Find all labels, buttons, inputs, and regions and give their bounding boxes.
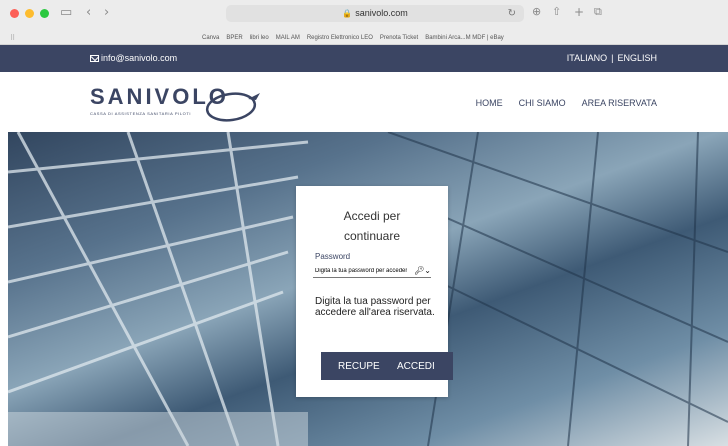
bookmark-item[interactable]: Registro Elettronico LEO [307, 35, 373, 41]
site-header: SANIVOLO CASSA DI ASSISTENZA SANITARIA P… [0, 72, 728, 132]
bookmark-item[interactable]: libri leo [250, 35, 269, 41]
share-icon[interactable]: ⇧ [552, 5, 561, 18]
sidebar-toggle-icon[interactable]: ▭ [60, 5, 72, 20]
login-title-line2: continuare [343, 229, 401, 243]
login-title-line1: Accedi per [343, 209, 401, 223]
address-bar[interactable]: 🔒 sanivolo.com ↻ [226, 5, 524, 22]
window-controls [10, 9, 49, 18]
lock-icon: 🔒 [342, 9, 353, 18]
bookmark-item[interactable]: Prenota Ticket [380, 35, 418, 41]
language-switcher: ITALIANO | ENGLISH [567, 53, 657, 63]
email-text: info@sanivolo.com [101, 53, 178, 63]
bookmark-item[interactable]: BPER [226, 35, 242, 41]
site-logo[interactable]: SANIVOLO CASSA DI ASSISTENZA SANITARIA P… [90, 84, 260, 122]
bookmark-list: Canva BPER libri leo MAIL AM Registro El… [202, 35, 504, 41]
password-label: Password [315, 252, 351, 261]
bookmark-item[interactable]: MAIL AM [276, 35, 300, 41]
recover-button[interactable]: RECUPE [338, 361, 380, 372]
minimize-window-button[interactable] [25, 9, 34, 18]
lang-separator: | [611, 53, 614, 63]
browser-chrome: ▭ ‹ › 🔒 sanivolo.com ↻ ⊕ ⇧ + ⧉ ⠿ Canva BP… [0, 0, 728, 45]
bookmark-item[interactable]: Bambini Arca...M MDF | eBay [425, 35, 504, 41]
logo-swoosh-icon [205, 92, 260, 122]
key-icon[interactable]: 🔑︎⌄ [414, 266, 431, 275]
forward-icon[interactable]: › [104, 5, 109, 20]
tabs-overview-icon[interactable]: ⧉ [594, 5, 602, 19]
lang-english-link[interactable]: ENGLISH [617, 53, 657, 63]
nav-home-link[interactable]: HOME [476, 98, 503, 108]
new-tab-icon[interactable]: + [574, 5, 584, 19]
password-input[interactable]: Digita la tua password per accedere 🔑︎⌄ [313, 264, 431, 278]
url-text: sanivolo.com [355, 8, 408, 18]
top-info-bar: info@sanivolo.com ITALIANO | ENGLISH [0, 45, 728, 72]
login-title: Accedi per continuare [296, 206, 448, 246]
back-icon[interactable]: ‹ [86, 5, 91, 20]
reload-icon[interactable]: ↻ [508, 5, 516, 22]
bookmark-item[interactable]: Canva [202, 35, 219, 41]
login-buttons: RECUPE ACCEDI [321, 352, 453, 380]
download-icon[interactable]: ⊕ [532, 5, 541, 18]
contact-email[interactable]: info@sanivolo.com [90, 53, 177, 63]
nav-area-riservata-link[interactable]: AREA RISERVATA [582, 98, 657, 108]
password-help-text: Digita la tua password per accedere all'… [315, 296, 435, 318]
login-button[interactable]: ACCEDI [397, 361, 435, 372]
close-window-button[interactable] [10, 9, 19, 18]
lang-italiano-link[interactable]: ITALIANO [567, 53, 607, 63]
password-placeholder: Digita la tua password per accedere [315, 267, 407, 274]
bookmarks-bar: ⠿ Canva BPER libri leo MAIL AM Registro … [0, 32, 728, 45]
zoom-window-button[interactable] [40, 9, 49, 18]
mail-icon [90, 54, 99, 62]
nav-chi-siamo-link[interactable]: CHI SIAMO [519, 98, 566, 108]
main-nav: HOME CHI SIAMO AREA RISERVATA [476, 98, 657, 108]
bookmarks-grid-icon[interactable]: ⠿ [10, 34, 15, 42]
